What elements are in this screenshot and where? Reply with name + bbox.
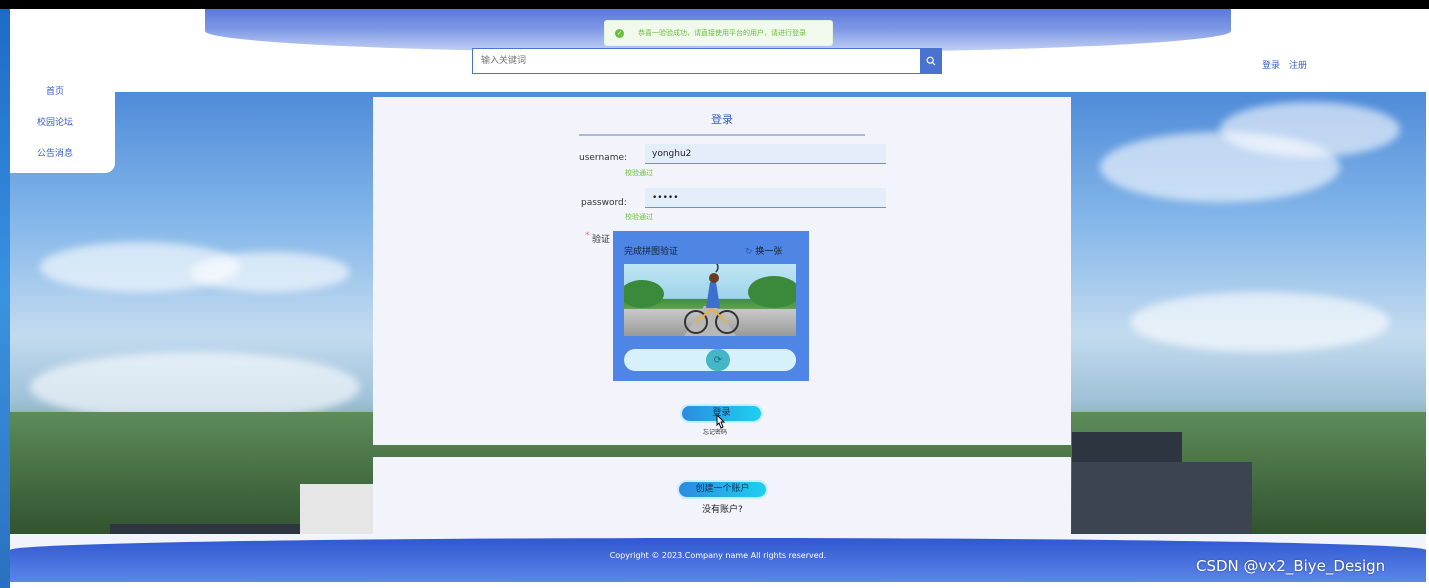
csdn-watermark: CSDN @vx2_Biye_Design [1196,557,1386,575]
search-button[interactable] [920,48,942,74]
login-title: 登录 [579,111,865,136]
building-right [1072,462,1252,534]
check-circle-icon: ✓ [615,28,624,38]
register-panel: 创建一个账户 没有账户? [373,457,1071,534]
password-hint: 校验通过 [625,213,653,221]
captcha-refresh-label: 换一张 [755,247,783,257]
captcha-slider-handle[interactable]: ⟳ [706,349,730,371]
slider-icon: ⟳ [713,354,723,366]
sidebar-item-home[interactable]: 首页 [10,84,100,97]
captcha-slider-track: ⟳ [624,349,796,371]
password-label: password: [581,198,627,208]
sidebar-nav: 首页 校园论坛 公告消息 [10,81,115,173]
building-left [300,484,375,534]
login-link[interactable]: 登录 [1262,58,1280,71]
toast-message: 恭喜一验验成功，请直接使用平台的用户，请进行登录 [638,29,806,37]
username-label: username: [579,153,628,163]
girl-bicycle-illustration [624,264,796,336]
window-top-bar [0,0,1429,9]
bottom-strip [10,582,1426,588]
captcha-refresh[interactable]: ↻ 换一张 [745,244,782,257]
desktop-left-strip [0,9,10,588]
username-field[interactable] [645,144,886,164]
captcha-title: 完成拼图验证 [624,247,679,257]
no-account-text: 没有账户? [702,505,743,515]
cloud [1130,292,1390,352]
cloud [1220,102,1400,157]
login-panel: 登录 username: 校验通过 password: 校验通过 * 验证 完成… [373,97,1071,445]
success-toast: ✓ 恭喜一验验成功，请直接使用平台的用户，请进行登录 [604,20,833,46]
captcha-puzzle-image [624,264,796,336]
cloud [190,252,350,292]
create-account-button[interactable]: 创建一个账户 [677,480,768,499]
required-mark: * [585,231,590,241]
refresh-icon: ↻ [745,247,753,257]
mouse-cursor-icon [716,414,726,429]
register-link[interactable]: 注册 [1289,58,1307,71]
sidebar-item-notices[interactable]: 公告消息 [10,146,100,159]
password-field[interactable] [645,188,886,208]
search-icon [926,56,936,66]
site-header: ✓ 恭喜一验验成功，请直接使用平台的用户，请进行登录 登录 注册 [10,9,1426,92]
building-right [1072,432,1182,462]
captcha-box: 完成拼图验证 ↻ 换一张 ⟳ [613,231,809,381]
search-input[interactable] [472,48,921,74]
username-hint: 校验通过 [625,169,653,177]
captcha-label: 验证 [592,235,611,245]
sidebar-item-forum[interactable]: 校园论坛 [10,115,100,128]
